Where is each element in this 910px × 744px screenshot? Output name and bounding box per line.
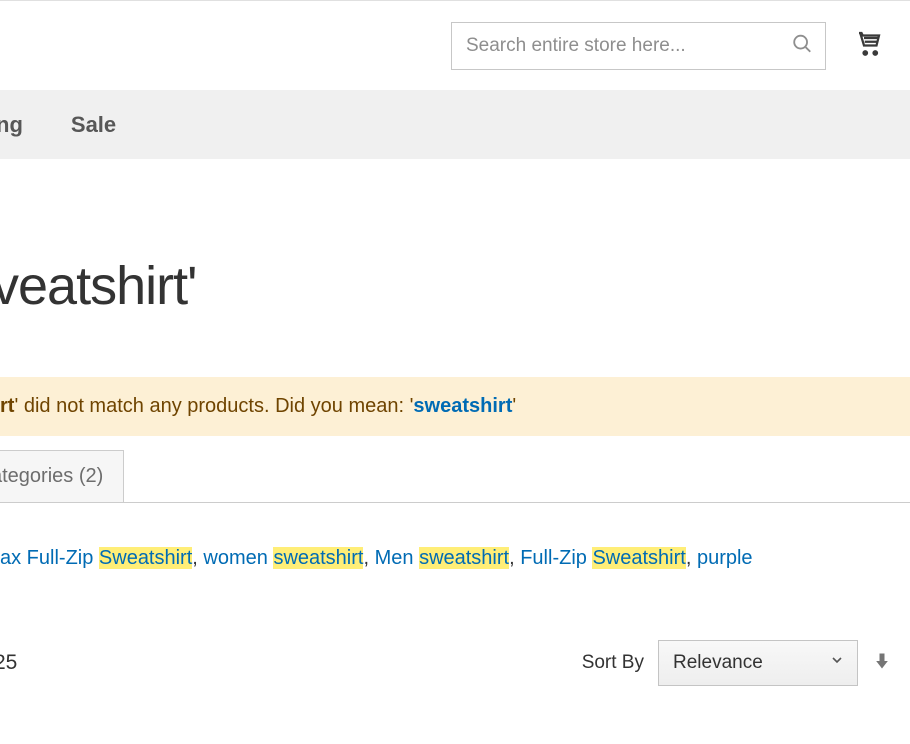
page-title: veatshirt' xyxy=(0,255,910,317)
toolbar: 25 Sort By Relevance xyxy=(0,640,910,686)
search-input[interactable] xyxy=(452,23,825,69)
tab-related-categories[interactable]: ategories (2) xyxy=(0,450,124,503)
sort-controls: Sort By Relevance xyxy=(582,640,892,686)
nav-item-sale[interactable]: Sale xyxy=(71,112,116,138)
sort-direction-button[interactable] xyxy=(872,651,892,676)
sort-select[interactable]: Relevance xyxy=(658,640,858,686)
searched-term: rt xyxy=(0,395,14,417)
result-count: 25 xyxy=(0,651,17,675)
nav-item-partial[interactable]: ng xyxy=(0,112,23,138)
highlight: sweatshirt xyxy=(273,547,363,569)
highlight: Sweatshirt xyxy=(592,547,685,569)
sort-by-label: Sort By xyxy=(582,652,644,674)
suggestion-link[interactable]: sweatshirt xyxy=(413,395,512,417)
search-box[interactable] xyxy=(451,22,826,70)
no-results-message: rt' did not match any products. Did you … xyxy=(0,377,910,436)
related-link-5[interactable]: purple xyxy=(697,547,753,569)
category-nav: ng Sale xyxy=(0,90,910,159)
related-terms: ax Full-Zip Sweatshirt, women sweatshirt… xyxy=(0,547,910,570)
top-bar xyxy=(0,0,910,90)
highlight: sweatshirt xyxy=(419,547,509,569)
related-link-1[interactable]: ax Full-Zip Sweatshirt xyxy=(0,547,192,569)
related-link-2[interactable]: women sweatshirt xyxy=(203,547,363,569)
chevron-down-icon xyxy=(829,652,845,674)
tab-underline xyxy=(0,502,910,503)
cart-icon[interactable] xyxy=(854,28,884,63)
related-link-4[interactable]: Full-Zip Sweatshirt xyxy=(520,547,686,569)
sort-value: Relevance xyxy=(673,652,763,674)
highlight: Sweatshirt xyxy=(99,547,192,569)
message-body: ' did not match any products. Did you me… xyxy=(14,395,413,417)
message-closer: ' xyxy=(512,395,516,417)
related-link-3[interactable]: Men sweatshirt xyxy=(375,547,510,569)
